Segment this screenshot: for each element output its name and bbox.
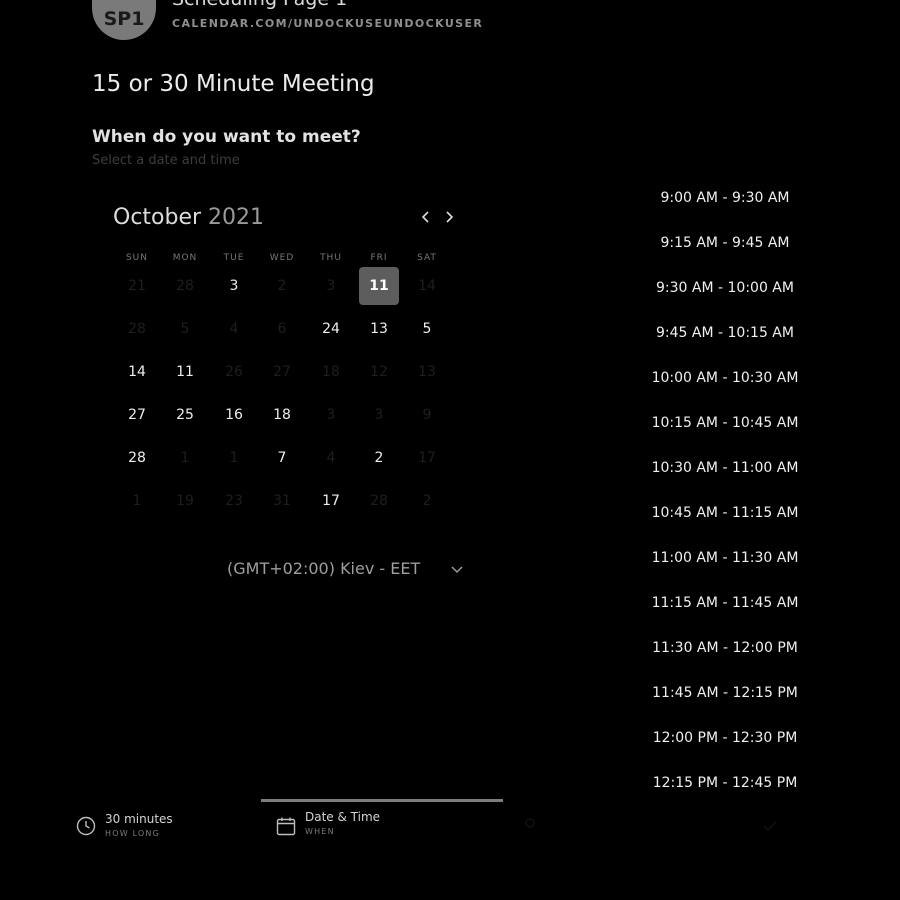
time-slot-button[interactable]: 11:30 AM - 12:00 PM — [640, 640, 810, 656]
time-slot-button[interactable]: 10:15 AM - 10:45 AM — [640, 415, 810, 431]
weekday-label: THU — [320, 253, 342, 263]
calendar-day: 2 — [277, 278, 287, 294]
month-label: October 2021 — [113, 205, 264, 230]
calendar-day: 4 — [229, 321, 239, 337]
calendar-day[interactable]: 2 — [359, 439, 399, 477]
calendar-day: 14 — [418, 278, 436, 294]
calendar-day: 5 — [180, 321, 190, 337]
calendar-day[interactable]: 28 — [117, 439, 157, 477]
step-confirm[interactable] — [760, 812, 880, 844]
step-date-time[interactable]: Date & Time WHEN — [276, 810, 436, 844]
calendar-day: 1 — [132, 493, 142, 509]
calendar-day: 12 — [370, 364, 388, 380]
time-slot-button[interactable]: 10:30 AM - 11:00 AM — [640, 460, 810, 476]
chevron-right-icon[interactable] — [441, 207, 457, 227]
time-slot-button[interactable]: 10:45 AM - 11:15 AM — [640, 505, 810, 521]
calendar-day[interactable]: 17 — [311, 482, 351, 520]
time-slot-button[interactable]: 9:00 AM - 9:30 AM — [640, 190, 810, 206]
clock-icon — [76, 816, 96, 836]
calendar-day[interactable]: 5 — [407, 310, 447, 348]
calendar-day: 17 — [418, 450, 436, 466]
calendar-icon — [276, 817, 296, 836]
calendar-day: 18 — [322, 364, 340, 380]
question-heading: When do you want to meet? — [92, 127, 361, 147]
calendar-day: 26 — [225, 364, 243, 380]
step-progress-bar — [261, 799, 503, 802]
step-label: Date & Time — [305, 810, 381, 824]
weekday-label: WED — [269, 253, 295, 263]
calendar-day: 19 — [176, 493, 194, 509]
calendar-day: 6 — [277, 321, 287, 337]
chevron-left-icon[interactable] — [418, 207, 434, 227]
weekday-label: FRI — [370, 253, 388, 263]
time-slot-button[interactable]: 12:00 PM - 12:30 PM — [640, 730, 810, 746]
chevron-down-icon[interactable] — [449, 563, 465, 577]
calendar-day: 4 — [326, 450, 336, 466]
step-sublabel: WHEN — [305, 827, 335, 836]
calendar-day: 31 — [273, 493, 291, 509]
calendar-day[interactable]: 3 — [214, 267, 254, 305]
step-details[interactable] — [520, 812, 640, 844]
calendar-day[interactable]: 24 — [311, 310, 351, 348]
calendar-day: 3 — [326, 407, 336, 423]
calendar-day: 1 — [229, 450, 239, 466]
weekday-label: SUN — [125, 253, 149, 263]
user-icon — [525, 818, 535, 828]
calendar-day: 3 — [374, 407, 384, 423]
calendar-day[interactable]: 25 — [165, 396, 205, 434]
time-slot-button[interactable]: 11:00 AM - 11:30 AM — [640, 550, 810, 566]
calendar-day[interactable]: 11 — [165, 353, 205, 391]
month-year: 2021 — [208, 205, 265, 230]
meeting-title: 15 or 30 Minute Meeting — [92, 71, 375, 97]
step-label: 30 minutes — [105, 812, 173, 826]
calendar-day: 23 — [225, 493, 243, 509]
check-icon — [763, 821, 777, 831]
calendar-day[interactable]: 18 — [262, 396, 302, 434]
calendar-day-selected[interactable]: 11 — [359, 267, 399, 305]
time-slot-button[interactable]: 11:45 AM - 12:15 PM — [640, 685, 810, 701]
calendar-day: 21 — [128, 278, 146, 294]
page-name: Scheduling Page 1 — [172, 0, 347, 10]
time-slot-button[interactable]: 9:15 AM - 9:45 AM — [640, 235, 810, 251]
calendar-day: 28 — [176, 278, 194, 294]
timezone-select[interactable]: (GMT+02:00) Kiev - EET — [227, 559, 420, 578]
weekday-label: SAT — [417, 253, 437, 263]
calendar-day: 28 — [128, 321, 146, 337]
calendar-day: 27 — [273, 364, 291, 380]
question-hint: Select a date and time — [92, 153, 240, 168]
calendar-day: 3 — [326, 278, 336, 294]
calendar-day[interactable]: 7 — [262, 439, 302, 477]
weekday-label: MON — [172, 253, 198, 263]
time-slot-button[interactable]: 9:45 AM - 10:15 AM — [640, 325, 810, 341]
page-header: SP1 Scheduling Page 1 CALENDAR.COM/UNDOC… — [92, 0, 592, 44]
calendar-day: 1 — [180, 450, 190, 466]
time-slot-button[interactable]: 12:15 PM - 12:45 PM — [640, 775, 810, 791]
calendar-day: 9 — [422, 407, 432, 423]
calendar-day: 2 — [422, 493, 432, 509]
step-duration[interactable]: 30 minutes HOW LONG — [76, 812, 226, 844]
calendar-day: 13 — [418, 364, 436, 380]
calendar-day[interactable]: 16 — [214, 396, 254, 434]
calendar-day: 28 — [370, 493, 388, 509]
time-slot-button[interactable]: 10:00 AM - 10:30 AM — [640, 370, 810, 386]
avatar: SP1 — [92, 0, 156, 40]
page-url[interactable]: CALENDAR.COM/UNDOCKUSEUNDOCKUSER — [172, 17, 483, 30]
calendar-day[interactable]: 13 — [359, 310, 399, 348]
time-slot-button[interactable]: 11:15 AM - 11:45 AM — [640, 595, 810, 611]
calendar-day[interactable]: 14 — [117, 353, 157, 391]
step-sublabel: HOW LONG — [105, 829, 161, 838]
time-slot-button[interactable]: 9:30 AM - 10:00 AM — [640, 280, 810, 296]
calendar-day[interactable]: 27 — [117, 396, 157, 434]
month-name: October — [113, 205, 202, 230]
weekday-label: TUE — [223, 253, 245, 263]
